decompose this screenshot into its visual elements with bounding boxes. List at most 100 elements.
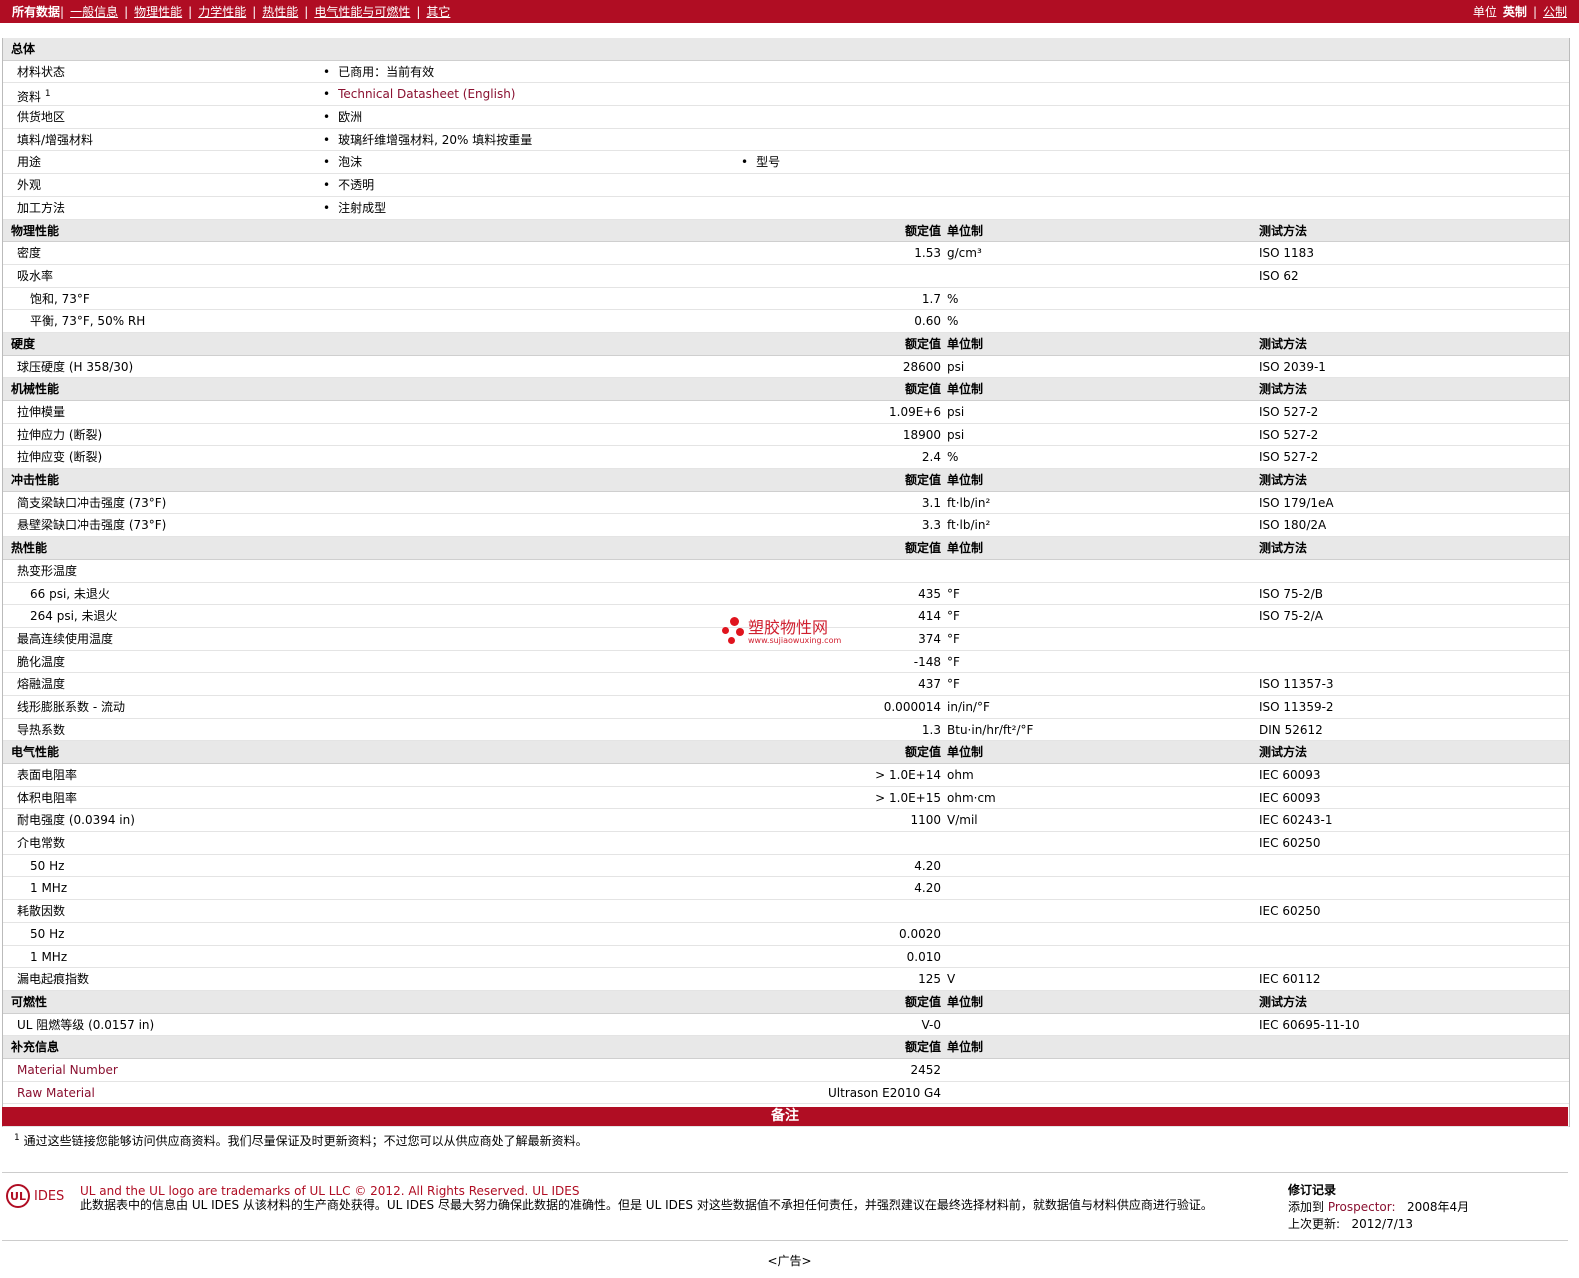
- table-row: 体积电阻率 > 1.0E+15 ohm·cm IEC 60093: [3, 787, 1569, 810]
- unit-english[interactable]: 英制: [1503, 3, 1527, 20]
- disclaimer: 此数据表中的信息由 UL IDES 从该材料的生产商处获得。UL IDES 尽最…: [80, 1198, 1213, 1212]
- table-row: 1 MHz 4.20: [3, 877, 1569, 901]
- nav-physical[interactable]: 物理性能: [134, 3, 182, 20]
- test-method: ISO 11357-3: [1259, 677, 1334, 692]
- nav-general-info[interactable]: 一般信息: [70, 3, 118, 20]
- table-row: 悬壁梁缺口冲击强度 (73°F) 3.3 ft·lb/in² ISO 180/2A: [3, 514, 1569, 538]
- nav-separator: |: [124, 4, 129, 19]
- nav-separator: |: [304, 4, 309, 19]
- divider: [2, 1240, 1568, 1241]
- test-method: ISO 527-2: [1259, 405, 1319, 419]
- test-method: IEC 60093: [1259, 768, 1321, 782]
- nav-separator: |: [60, 4, 65, 19]
- test-method: ISO 527-2: [1259, 427, 1319, 442]
- table-row: Material Number 2452: [3, 1059, 1569, 1082]
- added-label: 添加到: [1288, 1200, 1325, 1214]
- column-header-unit: 单位制: [947, 1040, 984, 1055]
- test-method: ISO 179/1eA: [1259, 495, 1334, 510]
- revision-added: 添加到 Prospector: 2008年4月: [1288, 1199, 1469, 1216]
- section-title: 冲击性能: [11, 473, 60, 488]
- property-name: 供货地区: [17, 110, 66, 125]
- table-row: 表面电阻率 > 1.0E+14 ohm IEC 60093: [3, 764, 1569, 787]
- property-value: 414: [918, 609, 941, 624]
- property-name: 66 psi, 未退火: [30, 586, 110, 601]
- test-method: IEC 60243-1: [1259, 813, 1333, 828]
- property-unit: Btu·in/hr/ft²/°F: [947, 722, 1034, 737]
- section-title: 总体: [11, 42, 36, 56]
- technical-datasheet-link[interactable]: Technical Datasheet (English): [338, 87, 515, 101]
- property-unit: °F: [947, 586, 960, 601]
- property-value: 28600: [902, 359, 941, 374]
- section-header-general: 总体: [3, 38, 1569, 61]
- property-unit: °F: [947, 609, 960, 624]
- nav-all-data[interactable]: 所有数据: [12, 3, 60, 20]
- test-method: ISO 2039-1: [1259, 359, 1326, 374]
- property-unit: °F: [947, 654, 960, 669]
- table-row: 外观 不透明: [3, 174, 1569, 197]
- test-method: DIN 52612: [1259, 722, 1323, 737]
- footnote-ref[interactable]: 1: [45, 89, 51, 99]
- property-name: 线形膨胀系数 - 流动: [17, 699, 125, 714]
- prospector-link[interactable]: Prospector:: [1328, 1200, 1396, 1214]
- property-name: 1 MHz: [30, 881, 68, 896]
- test-method: ISO 75-2/A: [1259, 609, 1323, 624]
- test-method: IEC 60112: [1259, 972, 1321, 987]
- property-unit: g/cm³: [947, 246, 982, 261]
- property-unit: ft·lb/in²: [947, 518, 991, 533]
- section-title: 物理性能: [11, 223, 60, 238]
- property-value-2: 型号: [741, 151, 780, 173]
- table-row: 66 psi, 未退火 435 °F ISO 75-2/B: [3, 583, 1569, 606]
- property-name: 脆化温度: [17, 654, 66, 669]
- section-header-electrical: 电气性能 额定值 单位制 测试方法: [3, 741, 1569, 764]
- column-header-unit: 单位制: [947, 994, 984, 1009]
- column-header-value: 额定值: [904, 541, 941, 556]
- nav-thermal[interactable]: 热性能: [262, 3, 298, 20]
- section-title: 电气性能: [11, 745, 60, 760]
- column-header-unit: 单位制: [947, 541, 984, 556]
- property-name: 吸水率: [17, 268, 54, 283]
- table-row: 简支梁缺口冲击强度 (73°F) 3.1 ft·lb/in² ISO 179/1eA: [3, 492, 1569, 515]
- ul-ides-link[interactable]: UL IDES: [532, 1184, 579, 1198]
- section-header-flammability: 可燃性 额定值 单位制 测试方法: [3, 990, 1569, 1014]
- column-header-test: 测试方法: [1259, 541, 1308, 556]
- property-value: 374: [918, 631, 941, 646]
- unit-switch: 单位 英制 | 公制: [1473, 3, 1573, 20]
- section-title: 补充信息: [11, 1040, 60, 1055]
- section-header-impact: 冲击性能 额定值 单位制 测试方法: [3, 469, 1569, 492]
- revision-updated: 上次更新: 2012/7/13: [1288, 1216, 1469, 1233]
- units-label: 单位: [1472, 5, 1497, 19]
- nav-electrical[interactable]: 电气性能与可燃性: [314, 3, 410, 20]
- property-unit: ft·lb/in²: [947, 495, 991, 510]
- property-value: Ultrason E2010 G4: [828, 1085, 941, 1100]
- property-value: 3.3: [921, 518, 941, 533]
- property-value: 1.53: [914, 246, 941, 261]
- table-row: 介电常数 IEC 60250: [3, 832, 1569, 855]
- unit-metric[interactable]: 公制: [1543, 3, 1567, 20]
- footer-text: UL and the UL logo are trademarks of UL …: [80, 1184, 1270, 1212]
- column-header-test: 测试方法: [1259, 994, 1308, 1009]
- property-value: 泡沫: [323, 151, 362, 173]
- table-row: 吸水率 ISO 62: [3, 265, 1569, 288]
- watermark-logo-icon: [722, 617, 748, 647]
- property-value: 1.09E+6: [889, 405, 941, 419]
- property-name: 加工方法: [17, 200, 66, 215]
- nav-mechanical[interactable]: 力学性能: [198, 3, 246, 20]
- added-date: 2008年4月: [1407, 1200, 1470, 1214]
- nav-separator: |: [1532, 4, 1537, 19]
- property-name: 拉伸应变 (断裂): [17, 450, 103, 465]
- property-name: 表面电阻率: [17, 768, 78, 782]
- property-unit: psi: [947, 427, 965, 442]
- property-name: 用途: [17, 155, 42, 170]
- column-header-value: 额定值: [904, 1040, 941, 1055]
- table-row: 供货地区 欧洲: [3, 106, 1569, 129]
- nav-other[interactable]: 其它: [426, 3, 450, 20]
- table-row: Raw Material Ultrason E2010 G4: [3, 1082, 1569, 1105]
- property-name: 50 Hz: [30, 926, 65, 941]
- trademark-line: UL and the UL logo are trademarks of UL …: [80, 1184, 1270, 1198]
- test-method: ISO 62: [1259, 268, 1299, 283]
- property-name: 耐电强度 (0.0394 in): [17, 813, 135, 828]
- column-header-value: 额定值: [904, 994, 941, 1009]
- table-row: 密度 1.53 g/cm³ ISO 1183: [3, 242, 1569, 265]
- ad-placeholder[interactable]: <广告>: [0, 1252, 1579, 1269]
- property-name: 介电常数: [17, 836, 66, 851]
